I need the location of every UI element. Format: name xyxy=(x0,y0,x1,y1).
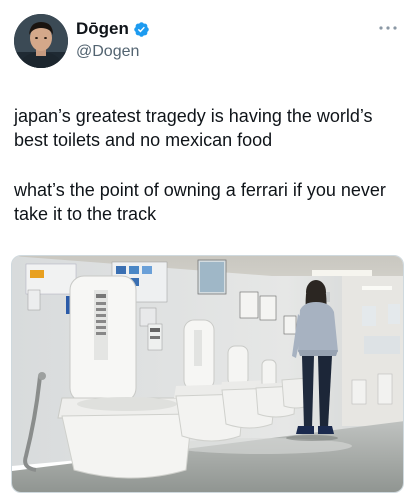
tweet-media-photo[interactable] xyxy=(11,255,404,493)
verified-badge-icon[interactable] xyxy=(133,21,150,38)
author-handle[interactable]: @Dogen xyxy=(76,43,150,61)
tweet-body: japan’s greatest tragedy is having the w… xyxy=(14,104,399,226)
tweet-header: Dōgen @Dogen xyxy=(14,14,399,76)
tweet-paragraph-1: japan’s greatest tragedy is having the w… xyxy=(14,106,373,150)
author-names: Dōgen @Dogen xyxy=(76,18,150,61)
tweet-paragraph-2: what’s the point of owning a ferrari if … xyxy=(14,180,386,224)
author-display-name[interactable]: Dōgen xyxy=(76,19,129,39)
more-options-icon[interactable] xyxy=(377,20,399,36)
author-avatar[interactable] xyxy=(14,14,68,68)
person-avatar-icon xyxy=(14,14,68,68)
display-name-row: Dōgen xyxy=(76,18,150,40)
toilet-showroom-photo xyxy=(12,256,403,492)
